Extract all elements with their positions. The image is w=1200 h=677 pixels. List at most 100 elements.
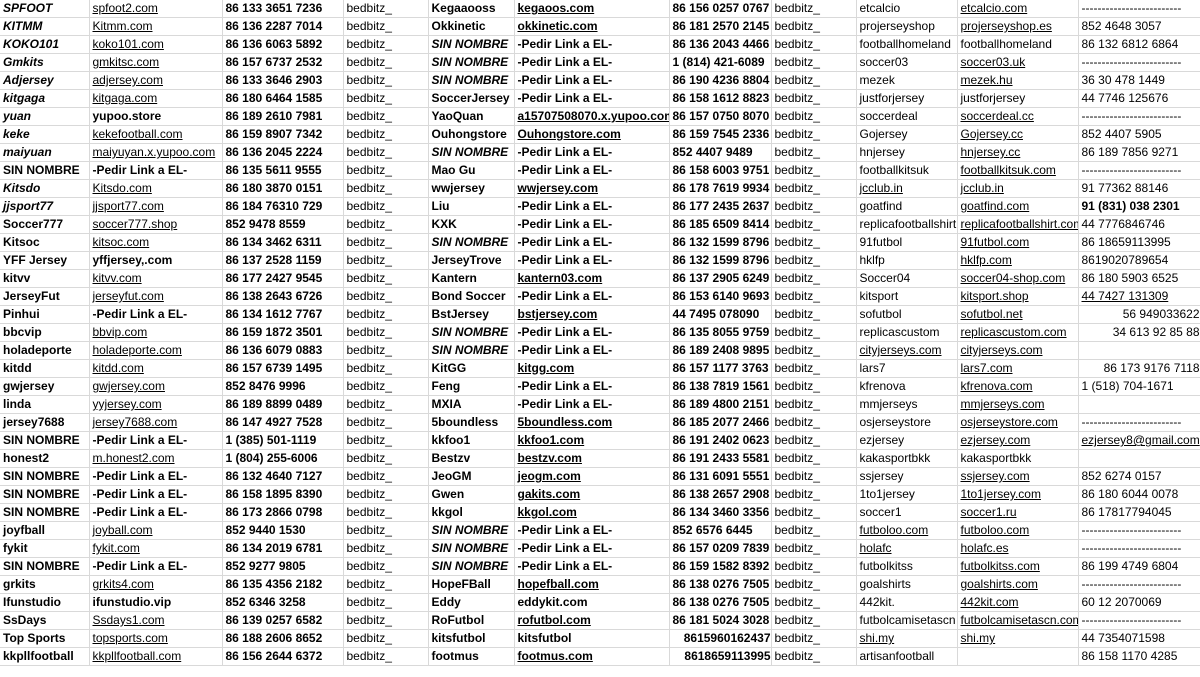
table-cell[interactable]: linda xyxy=(0,395,90,414)
table-cell[interactable]: Kegaaooss xyxy=(428,0,515,18)
table-cell[interactable]: 86 132 4640 7127 xyxy=(222,467,344,486)
table-cell[interactable]: ------------------------- xyxy=(1078,53,1200,72)
table-cell[interactable]: 86 158 1612 8823 xyxy=(669,89,772,108)
table-cell[interactable]: 86 185 6509 8414 xyxy=(669,215,772,234)
table-cell[interactable]: 86 178 7619 9934 xyxy=(669,179,772,198)
table-cell[interactable]: 44 7427 131309 xyxy=(1078,287,1200,306)
table-cell[interactable]: cityjerseys.com xyxy=(957,341,1079,360)
table-cell[interactable]: bedbitz_ xyxy=(343,503,429,522)
table-cell[interactable]: footmus.com xyxy=(514,647,670,666)
table-cell[interactable]: bedbitz_ xyxy=(771,125,857,144)
table-cell[interactable]: 86 173 9176 7118 xyxy=(1078,359,1200,378)
table-cell[interactable]: artisanfootball xyxy=(856,647,958,666)
table-cell[interactable]: SIN NOMBRE xyxy=(428,323,515,342)
table-cell[interactable]: sofutbol.net xyxy=(957,305,1079,324)
table-cell[interactable]: hopefball.com xyxy=(514,575,670,594)
table-cell[interactable]: ifunstudio.vip xyxy=(89,593,223,612)
table-cell[interactable]: kitdd xyxy=(0,359,90,378)
table-cell[interactable]: JerseyFut xyxy=(0,287,90,306)
table-cell[interactable]: JeoGM xyxy=(428,467,515,486)
table-cell[interactable]: Ouhongstore.com xyxy=(514,125,670,144)
table-cell[interactable]: RoFutbol xyxy=(428,611,515,630)
table-cell[interactable]: bedbitz_ xyxy=(343,71,429,90)
table-cell[interactable]: goalshirts.com xyxy=(957,575,1079,594)
table-cell[interactable]: 86 133 3651 7236 xyxy=(222,0,344,18)
table-cell[interactable]: -Pedir Link a EL- xyxy=(514,197,670,216)
table-cell[interactable]: yuan xyxy=(0,107,90,126)
table-cell[interactable]: bedbitz_ xyxy=(771,413,857,432)
table-cell[interactable]: 91futbol xyxy=(856,233,958,252)
table-cell[interactable]: kitdd.com xyxy=(89,359,223,378)
table-cell[interactable]: justforjersey xyxy=(856,89,958,108)
table-cell[interactable]: bedbitz_ xyxy=(771,629,857,648)
table-cell[interactable]: 86 199 4749 6804 xyxy=(1078,557,1200,576)
table-cell[interactable]: 86 157 1177 3763 xyxy=(669,359,772,378)
table-cell[interactable]: futbolcamisetascn xyxy=(856,611,958,630)
table-cell[interactable]: Ouhongstore xyxy=(428,125,515,144)
table-cell[interactable]: bedbitz_ xyxy=(343,17,429,36)
table-cell[interactable]: bedbitz_ xyxy=(771,53,857,72)
table-cell[interactable]: joyfball xyxy=(0,521,90,540)
table-cell[interactable]: bedbitz_ xyxy=(771,287,857,306)
table-cell[interactable]: 86 138 7819 1561 xyxy=(669,377,772,396)
table-cell[interactable]: bedbitz_ xyxy=(771,611,857,630)
table-cell[interactable]: 1 (518) 704-1671 xyxy=(1078,377,1200,396)
table-cell[interactable]: ------------------------- xyxy=(1078,413,1200,432)
table-cell[interactable]: shi.my xyxy=(957,629,1079,648)
table-cell[interactable]: bestzv.com xyxy=(514,449,670,468)
table-cell[interactable]: footmus xyxy=(428,647,515,666)
table-cell[interactable]: 86 177 2427 9545 xyxy=(222,269,344,288)
table-cell[interactable]: gwjersey xyxy=(0,377,90,396)
table-cell[interactable]: 852 9440 1530 xyxy=(222,521,344,540)
table-cell[interactable]: ------------------------- xyxy=(1078,0,1200,18)
table-cell[interactable]: 852 9478 8559 xyxy=(222,215,344,234)
table-cell[interactable]: -Pedir Link a EL- xyxy=(89,431,223,450)
table-cell[interactable]: ezjersey8@gmail.com xyxy=(1078,431,1200,450)
table-cell[interactable]: ------------------------- xyxy=(1078,575,1200,594)
table-cell[interactable]: bedbitz_ xyxy=(771,431,857,450)
table-cell[interactable]: Bond Soccer xyxy=(428,287,515,306)
table-cell[interactable]: Top Sports xyxy=(0,629,90,648)
table-cell[interactable]: 86 188 2606 8652 xyxy=(222,629,344,648)
table-cell[interactable]: SIN NOMBRE xyxy=(428,53,515,72)
table-cell[interactable]: mmjerseys.com xyxy=(957,395,1079,414)
table-cell[interactable]: Kitsoc xyxy=(0,233,90,252)
table-cell[interactable]: SIN NOMBRE xyxy=(428,233,515,252)
table-cell[interactable]: bedbitz_ xyxy=(771,197,857,216)
table-cell[interactable]: soccer03 xyxy=(856,53,958,72)
table-cell[interactable]: jersey7688.com xyxy=(89,413,223,432)
table-cell[interactable]: goalshirts xyxy=(856,575,958,594)
table-cell[interactable]: cityjerseys.com xyxy=(856,341,958,360)
table-cell[interactable]: soccer04-shop.com xyxy=(957,269,1079,288)
table-cell[interactable]: YFF Jersey xyxy=(0,251,90,270)
table-cell[interactable]: 44 7495 078090 xyxy=(669,305,772,324)
table-cell[interactable]: okkinetic.com xyxy=(514,17,670,36)
table-cell[interactable]: ezjersey xyxy=(856,431,958,450)
table-cell[interactable]: honest2 xyxy=(0,449,90,468)
table-cell[interactable]: a15707508070.x.yupoo.com xyxy=(514,107,670,126)
table-cell[interactable]: soccer03.uk xyxy=(957,53,1079,72)
table-cell[interactable]: 86 191 2433 5581 xyxy=(669,449,772,468)
table-cell[interactable]: bedbitz_ xyxy=(771,0,857,18)
table-cell[interactable]: goatfind xyxy=(856,197,958,216)
table-cell[interactable]: maiyuan xyxy=(0,143,90,162)
table-cell[interactable]: Ifunstudio xyxy=(0,593,90,612)
table-cell[interactable]: Gmkits xyxy=(0,53,90,72)
table-cell[interactable]: 36 30 478 1449 xyxy=(1078,71,1200,90)
table-cell[interactable]: 5boundless xyxy=(428,413,515,432)
table-cell[interactable]: 86 139 0257 6582 xyxy=(222,611,344,630)
table-cell[interactable]: ------------------------- xyxy=(1078,161,1200,180)
table-cell[interactable]: 86 138 2643 6726 xyxy=(222,287,344,306)
table-cell[interactable]: SIN NOMBRE xyxy=(428,539,515,558)
table-cell[interactable]: bedbitz_ xyxy=(343,629,429,648)
table-cell[interactable]: bbvip.com xyxy=(89,323,223,342)
table-cell[interactable]: SIN NOMBRE xyxy=(428,557,515,576)
table-cell[interactable]: bedbitz_ xyxy=(771,377,857,396)
table-cell[interactable]: maiyuyan.x.yupoo.com xyxy=(89,143,223,162)
table-cell[interactable]: 86 138 0276 7505 xyxy=(669,575,772,594)
table-cell[interactable]: ------------------------- xyxy=(1078,521,1200,540)
table-cell[interactable]: replicafootballshirt xyxy=(856,215,958,234)
table-cell[interactable]: futboloo.com xyxy=(957,521,1079,540)
table-cell[interactable]: projerseyshop xyxy=(856,17,958,36)
table-cell[interactable]: bedbitz_ xyxy=(343,557,429,576)
